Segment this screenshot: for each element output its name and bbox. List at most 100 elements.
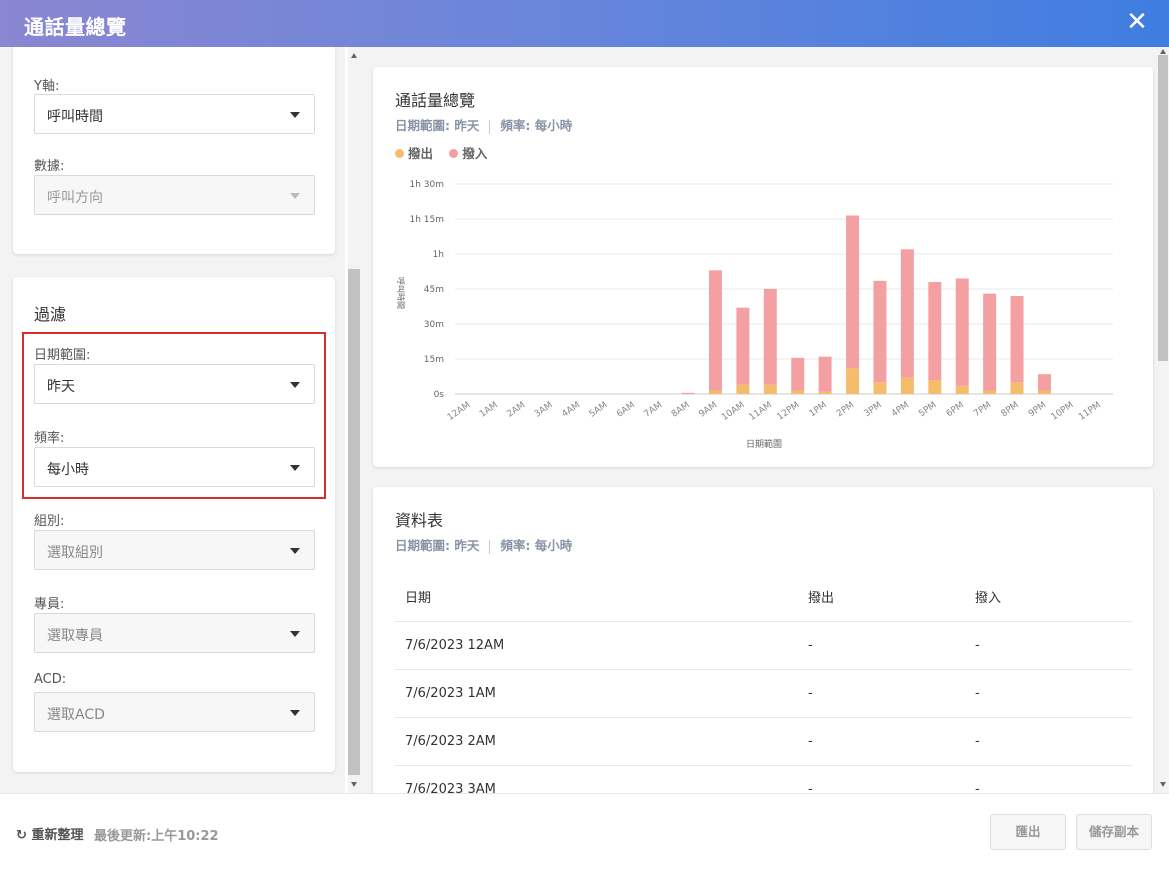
x-tick-label: 8AM bbox=[670, 400, 692, 419]
bar-segment bbox=[818, 391, 832, 394]
x-tick-label: 3AM bbox=[533, 400, 555, 419]
acd-placeholder: 選取ACD bbox=[47, 707, 105, 723]
bar-segment bbox=[873, 382, 887, 394]
chart-card: 通話量總覽 日期範圍: 昨天 頻率: 每小時 撥出 撥入 0s 15m 30m 45m 1… bbox=[373, 67, 1153, 467]
bar-segment bbox=[928, 380, 942, 394]
bar-segment bbox=[983, 390, 997, 394]
bar-segment bbox=[1010, 296, 1024, 383]
scroll-up-icon[interactable] bbox=[351, 53, 357, 58]
date-range-label: 日期範圍: bbox=[34, 348, 91, 363]
x-tick-label: 2AM bbox=[505, 400, 527, 419]
x-tick-label: 9AM bbox=[697, 400, 719, 419]
filter-card: 過濾 日期範圍: 昨天 頻率: 每小時 組別: 選取組別 專員: 選取專員 AC… bbox=[13, 277, 335, 772]
y-tick-label: 1h 15m bbox=[409, 215, 444, 225]
y-tick-label: 1h bbox=[433, 250, 444, 260]
y-axis-select[interactable]: 呼叫時間 bbox=[34, 94, 315, 134]
bar-segment bbox=[983, 293, 997, 391]
right-scrollbar[interactable] bbox=[1157, 47, 1169, 793]
caret-down-icon bbox=[290, 631, 300, 637]
agent-placeholder: 選取專員 bbox=[47, 628, 103, 644]
refresh-button[interactable]: ↻ 重新整理 bbox=[16, 824, 83, 843]
group-label: 組別: bbox=[34, 514, 65, 529]
x-tick-label: 9PM bbox=[1027, 400, 1048, 419]
x-tick-label: 4AM bbox=[560, 400, 582, 419]
group-select[interactable]: 選取組別 bbox=[34, 530, 315, 570]
column-header-date[interactable]: 日期 bbox=[395, 573, 798, 622]
x-tick-label: 5PM bbox=[917, 400, 938, 419]
cell-outbound: - bbox=[798, 621, 965, 670]
table-row: 7/6/2023 3AM - - bbox=[395, 765, 1132, 793]
bar-segment bbox=[928, 282, 942, 380]
agent-select[interactable]: 選取專員 bbox=[34, 613, 315, 653]
cell-inbound: - bbox=[965, 717, 1132, 766]
bar-segment bbox=[955, 278, 969, 386]
x-tick-label: 3PM bbox=[862, 400, 883, 419]
scroll-down-icon[interactable] bbox=[351, 782, 357, 787]
caret-down-icon bbox=[290, 112, 300, 118]
bar-segment bbox=[791, 390, 805, 394]
left-scrollbar[interactable] bbox=[348, 47, 360, 793]
frequency-label: 頻率: bbox=[34, 431, 65, 446]
right-scrollbar-thumb[interactable] bbox=[1158, 55, 1168, 361]
agent-label: 專員: bbox=[34, 597, 65, 612]
bar-segment bbox=[736, 307, 750, 385]
stacked-bar-chart: 0s 15m 30m 45m 1h 1h 15m 1h 30m 呼叫時間 12AM 1AM 2AM 3… bbox=[396, 180, 1113, 450]
bar-segment bbox=[873, 280, 887, 383]
separator bbox=[489, 539, 491, 554]
export-button[interactable]: 匯出 bbox=[990, 814, 1066, 850]
last-updated-text: 最後更新:上午10:22 bbox=[94, 829, 219, 844]
x-tick-label: 7PM bbox=[972, 400, 993, 419]
column-header-outbound[interactable]: 撥出 bbox=[798, 573, 965, 622]
table-date-range: 日期範圍: 昨天 bbox=[395, 538, 480, 553]
y-tick-label: 1h 30m bbox=[409, 180, 444, 190]
acd-select[interactable]: 選取ACD bbox=[34, 692, 315, 732]
frequency-select[interactable]: 每小時 bbox=[34, 447, 315, 487]
date-range-select[interactable]: 昨天 bbox=[34, 364, 315, 404]
left-scrollbar-thumb[interactable] bbox=[348, 269, 360, 775]
scroll-up-icon[interactable] bbox=[1160, 49, 1166, 54]
table-header-row: 日期 撥出 撥入 bbox=[395, 573, 1132, 622]
data-table: 日期 撥出 撥入 7/6/2023 12AM - - 7/6/2023 1AM … bbox=[395, 573, 1132, 793]
table-meta: 日期範圍: 昨天 頻率: 每小時 bbox=[395, 535, 572, 554]
table-row: 7/6/2023 1AM - - bbox=[395, 669, 1132, 718]
save-copy-button[interactable]: 儲存副本 bbox=[1076, 814, 1152, 850]
caret-down-icon bbox=[290, 465, 300, 471]
data-select: 呼叫方向 bbox=[34, 175, 315, 215]
bar-segment bbox=[791, 357, 805, 391]
bar-segment bbox=[1010, 382, 1024, 394]
date-range-value: 昨天 bbox=[47, 379, 75, 395]
bar-segment bbox=[846, 368, 860, 394]
cell-date: 7/6/2023 2AM bbox=[395, 717, 798, 766]
x-tick-label: 11AM bbox=[747, 400, 774, 423]
scroll-down-icon[interactable] bbox=[1160, 782, 1166, 787]
cell-date: 7/6/2023 1AM bbox=[395, 669, 798, 718]
y-tick-label: 15m bbox=[424, 355, 444, 365]
cell-date: 7/6/2023 3AM bbox=[395, 765, 798, 793]
x-tick-label: 5AM bbox=[588, 400, 610, 419]
bar-segment bbox=[763, 384, 777, 394]
bar-segment bbox=[736, 384, 750, 394]
close-icon[interactable]: ✕ bbox=[1123, 8, 1151, 36]
filter-title: 過濾 bbox=[34, 305, 67, 324]
cell-inbound: - bbox=[965, 765, 1132, 793]
settings-panel: Y軸: 呼叫時間 數據: 呼叫方向 過濾 日期範圍: 昨天 頻率: 每小時 組別… bbox=[0, 47, 345, 793]
y-tick-label: 0s bbox=[434, 390, 445, 400]
caret-down-icon bbox=[290, 548, 300, 554]
cell-outbound: - bbox=[798, 669, 965, 718]
title-bar: 通話量總覽 ✕ bbox=[0, 0, 1169, 47]
bar-segment bbox=[818, 356, 832, 392]
bar-segment bbox=[846, 215, 860, 369]
axis-settings-card: Y軸: 呼叫時間 數據: 呼叫方向 bbox=[13, 47, 335, 254]
bar-segment bbox=[1037, 374, 1051, 391]
bar-segment bbox=[708, 270, 722, 391]
x-tick-label: 11PM bbox=[1077, 400, 1103, 422]
caret-down-icon bbox=[290, 193, 300, 199]
bar-segment bbox=[763, 289, 777, 385]
column-header-inbound[interactable]: 撥入 bbox=[965, 573, 1132, 622]
cell-inbound: - bbox=[965, 621, 1132, 670]
x-tick-label: 12AM bbox=[446, 400, 473, 423]
x-tick-label: 10PM bbox=[1050, 400, 1076, 422]
table-title: 資料表 bbox=[395, 511, 444, 530]
data-label: 數據: bbox=[34, 159, 65, 174]
bar-segment bbox=[900, 377, 914, 394]
